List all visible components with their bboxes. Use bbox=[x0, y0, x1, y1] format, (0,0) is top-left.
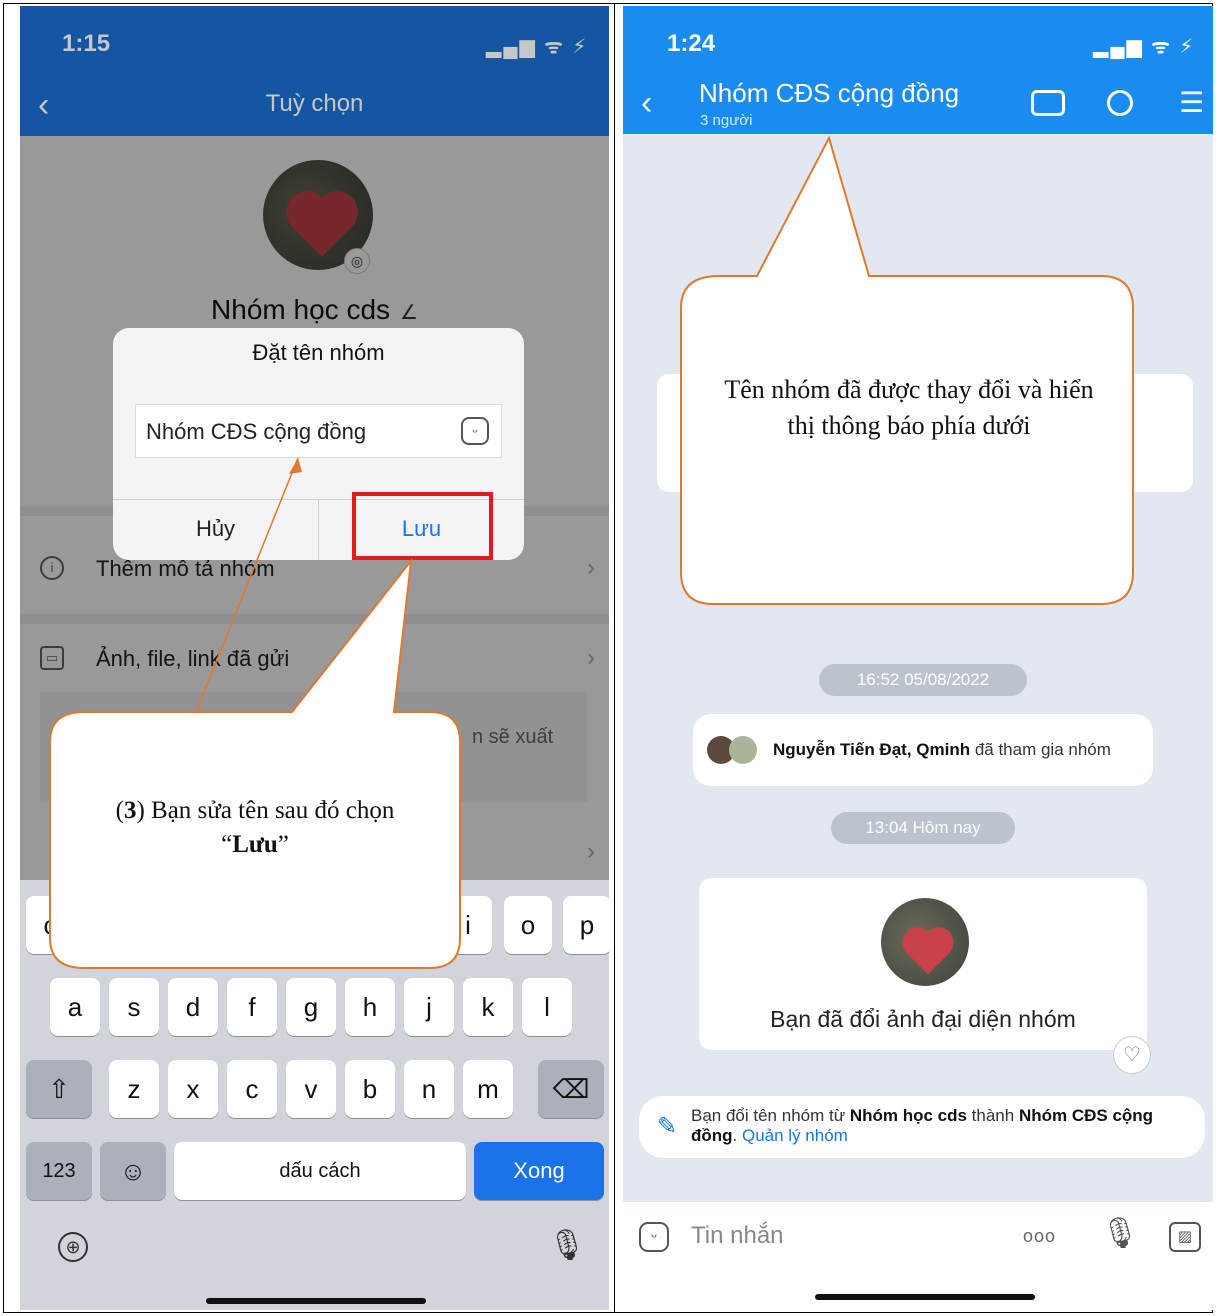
callout-text-after: ” bbox=[277, 831, 289, 858]
info-callout-text: Tên nhóm đã được thay đổi và hiển thị th… bbox=[724, 375, 1094, 440]
callout-bold-word: Lưu bbox=[232, 831, 278, 858]
left-screenshot: 1:15 ▂▄▆ ᯤ ⚡ ‹ Tuỳ chọn ◎ Nhóm học cds ∠ … bbox=[20, 6, 609, 1310]
instruction-callout-text: (3) Bạn sửa tên sau đó chọn “Lưu” bbox=[115, 797, 395, 858]
step-number: 3 bbox=[123, 797, 137, 824]
instruction-callout-shape bbox=[49, 457, 461, 969]
right-screenshot: 1:24 ▂▄▆ ᯤ ⚡ ‹ Nhóm CĐS cộng đồng 3 ngườ… bbox=[623, 6, 1213, 1310]
panel-divider bbox=[614, 3, 615, 1313]
info-callout-shape bbox=[680, 135, 1134, 605]
